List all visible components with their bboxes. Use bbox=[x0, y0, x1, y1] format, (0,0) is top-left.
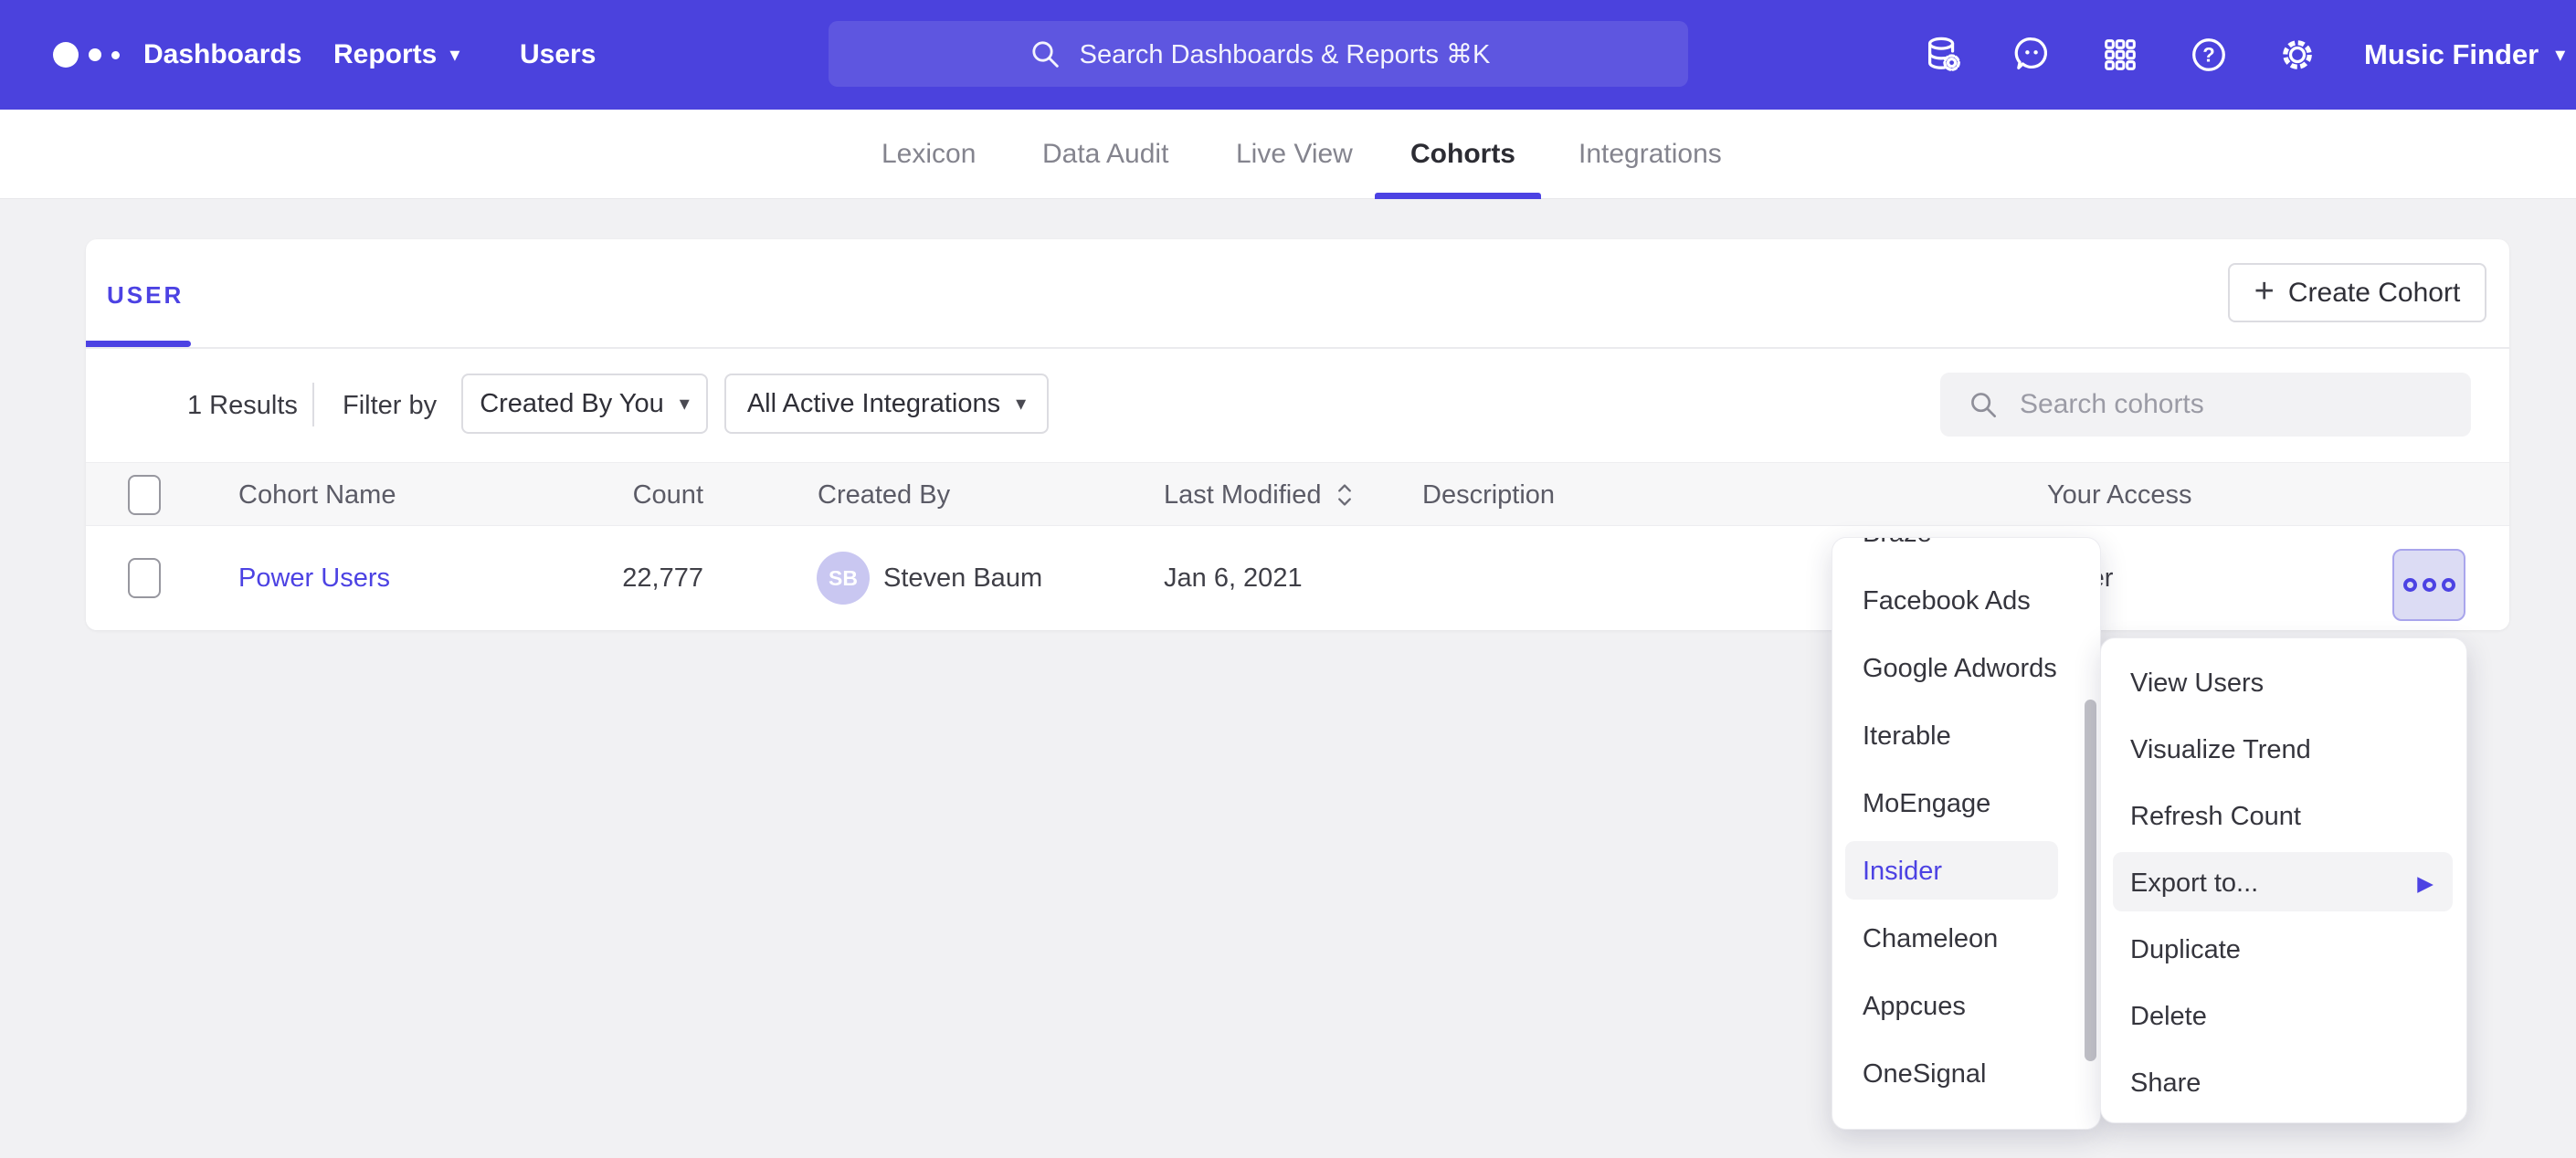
top-nav: Dashboards Reports ▾ Users Search Dashbo… bbox=[0, 0, 2576, 110]
column-created-by: Created By bbox=[818, 463, 950, 527]
filter-by-label: Filter by bbox=[343, 391, 437, 421]
plus-icon: + bbox=[2254, 274, 2275, 309]
user-tab-underline bbox=[86, 341, 191, 347]
column-description: Description bbox=[1422, 463, 1555, 527]
workspace-name: Music Finder bbox=[2364, 38, 2539, 71]
search-icon bbox=[1027, 36, 1063, 72]
menu-item-chameleon[interactable]: Chameleon bbox=[1832, 905, 2100, 973]
sort-icon[interactable] bbox=[1333, 481, 1357, 509]
section-tab-bar: Lexicon Data Audit Live View Cohorts Int… bbox=[0, 110, 2576, 199]
nav-users[interactable]: Users bbox=[520, 0, 596, 110]
mixpanel-logo-icon[interactable] bbox=[53, 0, 120, 110]
column-your-access: Your Access bbox=[2047, 463, 2192, 527]
tab-cohorts[interactable]: Cohorts bbox=[1410, 110, 1515, 199]
chevron-down-icon: ▾ bbox=[449, 45, 459, 65]
divider bbox=[86, 347, 2509, 349]
tab-lexicon[interactable]: Lexicon bbox=[882, 110, 976, 199]
chevron-down-icon: ▾ bbox=[2555, 45, 2565, 65]
tab-live-view[interactable]: Live View bbox=[1236, 110, 1353, 199]
table-header: Cohort Name Count Created By Last Modifi… bbox=[86, 462, 2509, 526]
menu-item-google-adwords[interactable]: Google Adwords bbox=[1832, 635, 2100, 702]
chevron-down-icon: ▾ bbox=[680, 394, 690, 414]
column-last-modified[interactable]: Last Modified bbox=[1164, 463, 1357, 527]
integrations-filter-dropdown[interactable]: All Active Integrations ▾ bbox=[724, 374, 1049, 434]
database-settings-icon[interactable] bbox=[1922, 34, 1964, 76]
cohort-search-input[interactable]: Search cohorts bbox=[1940, 373, 2471, 437]
menu-item-delete[interactable]: Delete bbox=[2101, 984, 2466, 1050]
nav-reports[interactable]: Reports ▾ bbox=[333, 0, 459, 110]
menu-item-moengage[interactable]: MoEngage bbox=[1832, 770, 2100, 837]
settings-gear-icon[interactable] bbox=[2276, 34, 2318, 76]
menu-item-onesignal[interactable]: OneSignal bbox=[1832, 1040, 2100, 1108]
active-tab-underline bbox=[1375, 193, 1541, 199]
global-search-input[interactable]: Search Dashboards & Reports ⌘K bbox=[829, 21, 1688, 87]
last-modified-date: Jan 6, 2021 bbox=[1164, 526, 1303, 630]
avatar: SB bbox=[817, 552, 870, 605]
menu-item-duplicate[interactable]: Duplicate bbox=[2101, 917, 2466, 984]
nav-dashboards[interactable]: Dashboards bbox=[143, 0, 301, 110]
svg-text:?: ? bbox=[2202, 44, 2214, 67]
menu-item-appcues[interactable]: Appcues bbox=[1832, 973, 2100, 1040]
menu-item-share[interactable]: Share bbox=[2101, 1050, 2466, 1117]
submenu-scrollbar[interactable] bbox=[2085, 700, 2096, 1061]
menu-item-view-users[interactable]: View Users bbox=[2101, 650, 2466, 717]
nav-icon-group: ? bbox=[1922, 0, 2318, 110]
divider bbox=[312, 383, 314, 426]
chevron-down-icon: ▾ bbox=[1016, 394, 1026, 414]
column-count: Count bbox=[597, 463, 703, 527]
export-destination-submenu: Braze Facebook Ads Google Adwords Iterab… bbox=[1832, 537, 2101, 1130]
cohort-count: 22,777 bbox=[597, 526, 703, 630]
workspace-switcher[interactable]: Music Finder ▾ bbox=[2364, 0, 2565, 110]
cohorts-page: Dashboards Reports ▾ Users Search Dashbo… bbox=[0, 0, 2576, 1158]
menu-item-export-to[interactable]: Export to... ▶ bbox=[2101, 850, 2466, 917]
column-cohort-name: Cohort Name bbox=[238, 463, 396, 527]
menu-item-braze[interactable]: Braze bbox=[1832, 537, 2100, 567]
row-actions-ellipsis-button[interactable] bbox=[2392, 549, 2465, 621]
menu-item-insider[interactable]: Insider bbox=[1832, 837, 2100, 905]
global-search-placeholder: Search Dashboards & Reports ⌘K bbox=[1080, 38, 1491, 70]
submenu-arrow-icon: ▶ bbox=[2417, 871, 2433, 896]
tab-integrations[interactable]: Integrations bbox=[1578, 110, 1722, 199]
menu-item-facebook-ads[interactable]: Facebook Ads bbox=[1832, 567, 2100, 635]
menu-item-visualize-trend[interactable]: Visualize Trend bbox=[2101, 717, 2466, 784]
tab-data-audit[interactable]: Data Audit bbox=[1042, 110, 1168, 199]
tab-user-cohorts[interactable]: USER bbox=[107, 281, 184, 310]
menu-item-iterable[interactable]: Iterable bbox=[1832, 702, 2100, 770]
cohorts-card: USER + Create Cohort 1 Results Filter by… bbox=[86, 239, 2509, 630]
cohort-search-placeholder: Search cohorts bbox=[2020, 389, 2204, 420]
search-icon bbox=[1966, 387, 2001, 422]
table-row: Power Users 22,777 Steven Baum Jan 6, 20… bbox=[86, 526, 2509, 630]
created-by-name: Steven Baum bbox=[883, 526, 1042, 630]
create-cohort-button[interactable]: + Create Cohort bbox=[2228, 263, 2486, 322]
help-icon[interactable]: ? bbox=[2188, 34, 2230, 76]
cohort-name-link[interactable]: Power Users bbox=[238, 526, 390, 630]
row-checkbox[interactable] bbox=[128, 558, 161, 598]
row-actions-menu: View Users Visualize Trend Refresh Count… bbox=[2100, 637, 2467, 1123]
select-all-checkbox[interactable] bbox=[128, 475, 161, 515]
results-count: 1 Results bbox=[187, 391, 298, 421]
apps-grid-icon[interactable] bbox=[2099, 34, 2141, 76]
created-by-filter-dropdown[interactable]: Created By You ▾ bbox=[461, 374, 708, 434]
menu-item-refresh-count[interactable]: Refresh Count bbox=[2101, 784, 2466, 850]
feedback-icon[interactable] bbox=[2011, 34, 2053, 76]
